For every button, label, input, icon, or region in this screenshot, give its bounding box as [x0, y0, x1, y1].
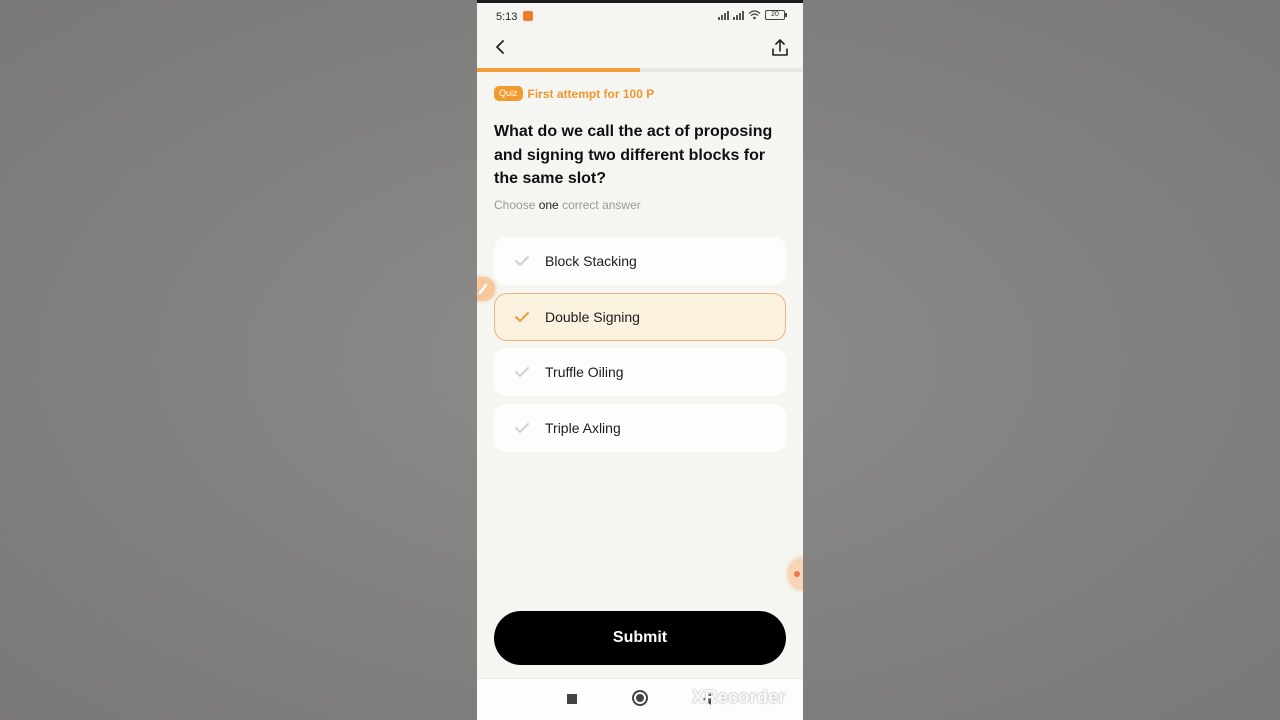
quiz-header: Quiz First attempt for 100 P — [494, 86, 654, 101]
quiz-progress-fill — [477, 68, 640, 72]
pencil-icon[interactable] — [477, 277, 495, 301]
square-icon[interactable] — [567, 694, 577, 704]
floating-recorder-icon[interactable] — [788, 558, 803, 590]
instruction-emphasis: one — [538, 198, 559, 212]
answer-options: Block Stacking Double Signing Truffle Oi… — [494, 237, 786, 459]
answer-option[interactable]: Double Signing — [494, 292, 786, 341]
quiz-badge: Quiz — [494, 86, 523, 101]
submit-button[interactable]: Submit — [494, 611, 786, 665]
instruction-suffix: correct answer — [558, 198, 641, 212]
answer-instruction: Choose one correct answer — [494, 198, 641, 212]
answer-option-label: Double Signing — [545, 308, 640, 325]
system-nav-bar: XRecorder — [477, 678, 803, 720]
battery-indicator: 20 — [765, 10, 787, 20]
answer-option-label: Block Stacking — [545, 253, 637, 269]
answer-option-label: Triple Axling — [545, 419, 621, 436]
signal-icon — [718, 10, 729, 20]
circle-home-icon[interactable] — [632, 690, 648, 706]
question-text: What do we call the act of proposing and… — [494, 123, 773, 187]
status-bar: 5:13 20 — [477, 3, 803, 29]
reward-text: First attempt for 100 P — [527, 86, 655, 101]
answer-option[interactable]: Triple Axling — [494, 403, 786, 452]
check-icon — [515, 367, 529, 377]
answer-option[interactable]: Block Stacking — [494, 237, 786, 285]
share-icon[interactable] — [769, 37, 791, 59]
signal-icon-2 — [733, 10, 744, 20]
app-bar — [477, 30, 803, 66]
instruction-prefix: Choose — [494, 198, 539, 212]
check-icon — [515, 311, 529, 322]
phone-screen: 5:13 20 Quiz First attempt for 100 P Wha… — [477, 0, 803, 720]
status-icons: 20 — [718, 10, 787, 20]
status-time: 5:13 — [496, 11, 518, 23]
quiz-progress-bar — [477, 68, 803, 72]
answer-option-label: Truffle Oiling — [545, 364, 624, 380]
notification-icon — [523, 11, 533, 21]
check-icon — [515, 422, 529, 433]
wifi-icon — [748, 10, 761, 20]
answer-option[interactable]: Truffle Oiling — [494, 348, 786, 396]
check-icon — [515, 256, 529, 266]
watermark: XRecorder — [692, 687, 786, 707]
chevron-left-icon[interactable] — [491, 37, 511, 57]
